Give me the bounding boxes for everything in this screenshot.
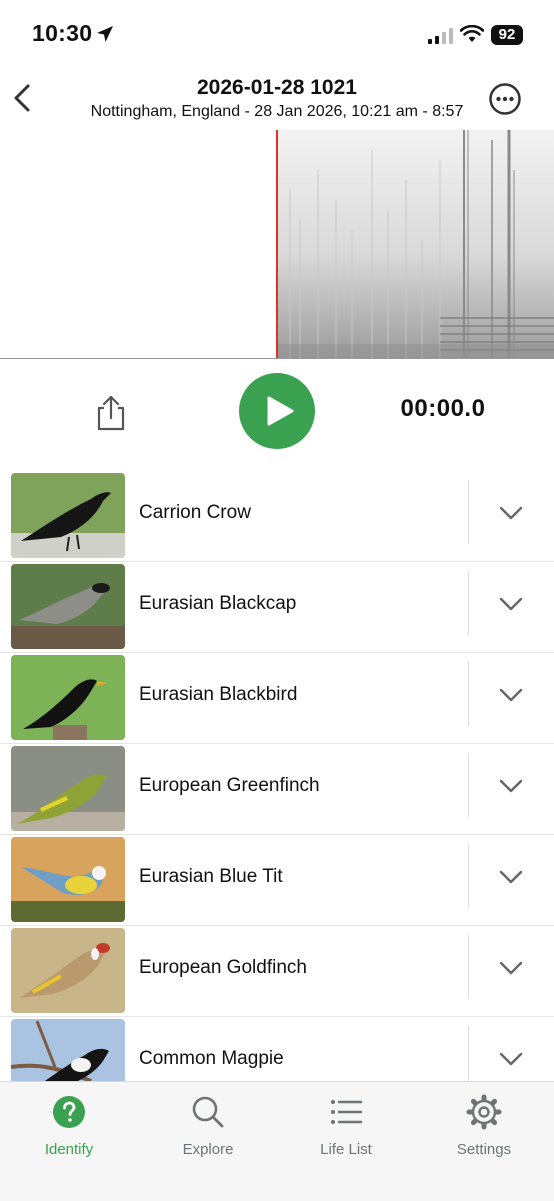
chevron-down-icon [499, 779, 523, 793]
row-divider [468, 844, 469, 908]
share-icon [97, 395, 125, 431]
tab-settings[interactable]: Settings [424, 1090, 544, 1160]
tab-life-list[interactable]: Life List [286, 1090, 406, 1160]
row-divider [468, 571, 469, 635]
species-photo [11, 564, 125, 649]
species-row-european-greenfinch[interactable]: European Greenfinch [0, 743, 554, 835]
species-row-carrion-crow[interactable]: Carrion Crow [0, 470, 554, 562]
species-photo [11, 473, 125, 558]
recording-title: 2026-01-28 1021 [197, 76, 357, 99]
species-name: Eurasian Blackcap [139, 593, 297, 614]
species-photo [11, 1019, 125, 1081]
species-row-eurasian-blackcap[interactable]: Eurasian Blackcap [0, 561, 554, 653]
battery-indicator: 92 [491, 25, 523, 45]
wifi-icon [460, 25, 484, 42]
row-divider [468, 1026, 469, 1081]
recording-header: 2026-01-28 1021 Nottingham, England - 28… [0, 72, 554, 130]
chevron-down-icon [499, 506, 523, 520]
cellular-signal-icon [428, 28, 453, 44]
chevron-down-icon [499, 961, 523, 975]
species-photo [11, 746, 125, 831]
play-button[interactable] [239, 373, 315, 449]
species-row-eurasian-blue-tit[interactable]: Eurasian Blue Tit [0, 834, 554, 926]
search-icon [192, 1096, 224, 1128]
expand-button[interactable] [494, 955, 528, 981]
chevron-down-icon [499, 1052, 523, 1066]
tab-label: Life List [320, 1141, 372, 1158]
question-circle-icon [53, 1096, 85, 1128]
row-divider [468, 662, 469, 726]
expand-button[interactable] [494, 864, 528, 890]
location-arrow-icon [97, 26, 113, 42]
row-divider [468, 753, 469, 817]
tab-bar: Identify Explore Life List Settings [0, 1081, 554, 1201]
status-time: 10:30 [32, 20, 93, 46]
species-name: Carrion Crow [139, 502, 251, 523]
more-options-button[interactable] [488, 82, 522, 116]
species-name: European Greenfinch [139, 775, 320, 796]
ellipsis-circle-icon [489, 83, 521, 115]
species-name: Eurasian Blue Tit [139, 866, 283, 887]
tab-label: Settings [456, 1141, 512, 1158]
row-divider [468, 935, 469, 999]
chevron-down-icon [499, 688, 523, 702]
species-photo [11, 837, 125, 922]
play-icon [267, 396, 294, 426]
row-divider [468, 480, 469, 544]
expand-button[interactable] [494, 773, 528, 799]
species-list: Carrion Crow Eurasian Blackcap Eurasian … [0, 470, 554, 1081]
status-bar: 10:30 92 [0, 0, 554, 70]
gear-icon [466, 1094, 502, 1130]
expand-button[interactable] [494, 1046, 528, 1072]
list-icon [331, 1100, 363, 1124]
chevron-down-icon [499, 870, 523, 884]
species-row-european-goldfinch[interactable]: European Goldfinch [0, 925, 554, 1017]
tab-explore[interactable]: Explore [148, 1090, 268, 1160]
recording-subtitle: Nottingham, England - 28 Jan 2026, 10:21… [90, 103, 464, 120]
species-name: European Goldfinch [139, 957, 307, 978]
species-row-eurasian-blackbird[interactable]: Eurasian Blackbird [0, 652, 554, 744]
expand-button[interactable] [494, 682, 528, 708]
species-name: Eurasian Blackbird [139, 684, 298, 705]
expand-button[interactable] [494, 591, 528, 617]
playhead[interactable] [276, 130, 278, 358]
species-row-common-magpie[interactable]: Common Magpie [0, 1016, 554, 1081]
species-photo [11, 655, 125, 740]
share-button[interactable] [92, 393, 130, 433]
tab-label: Identify [44, 1141, 94, 1158]
playback-timer: 00:00.0 [400, 395, 486, 422]
tab-label: Explore [182, 1141, 234, 1158]
spectrogram[interactable] [0, 130, 554, 359]
species-photo [11, 928, 125, 1013]
chevron-down-icon [499, 597, 523, 611]
expand-button[interactable] [494, 500, 528, 526]
species-name: Common Magpie [139, 1048, 284, 1069]
tab-identify[interactable]: Identify [9, 1090, 129, 1160]
